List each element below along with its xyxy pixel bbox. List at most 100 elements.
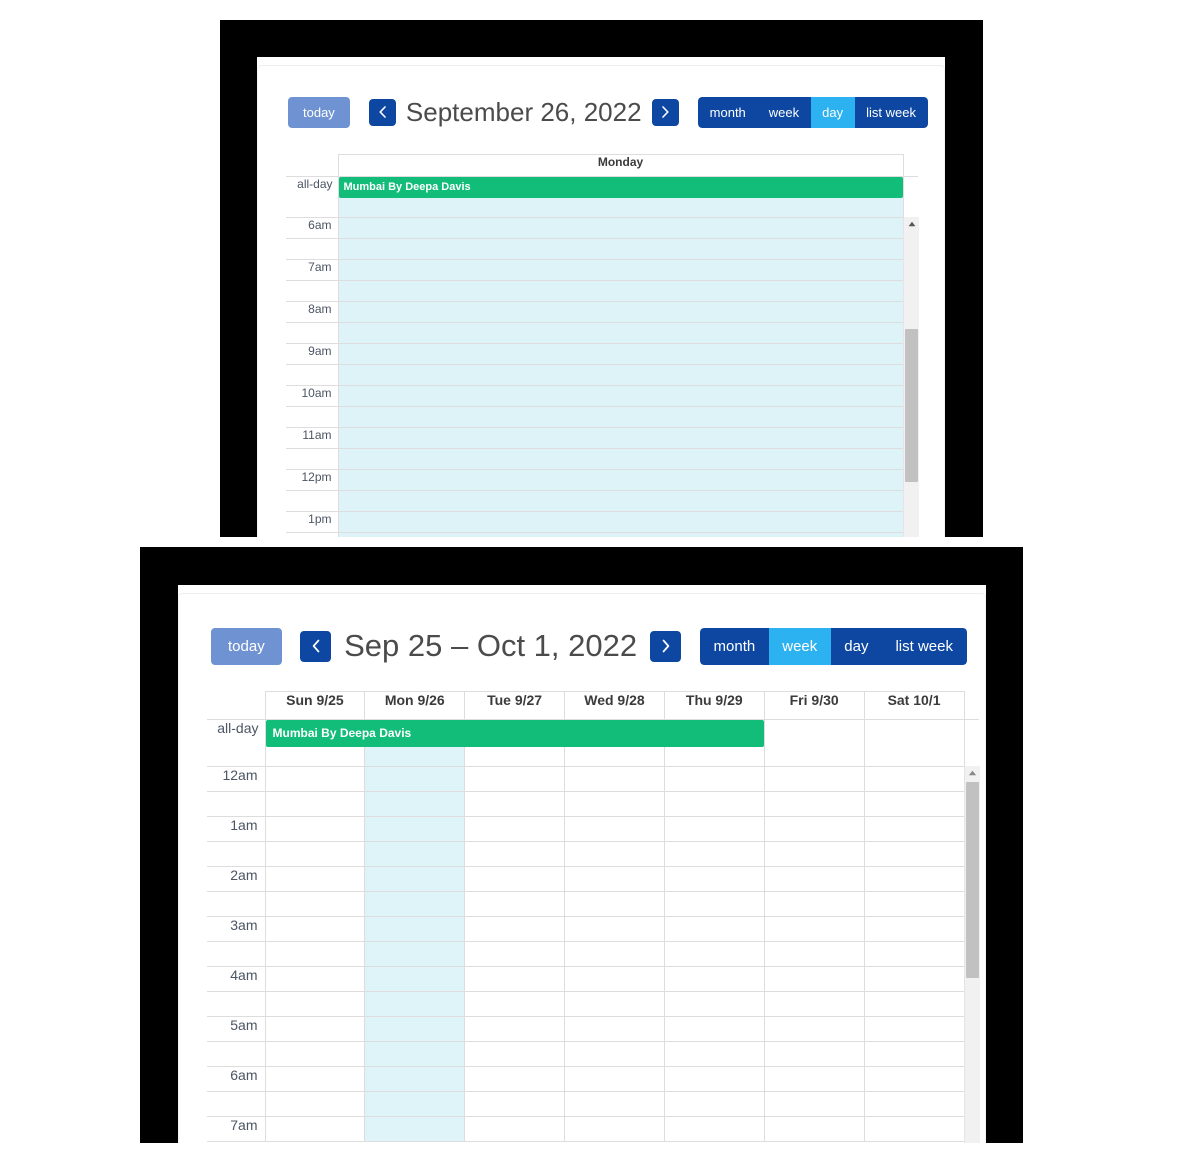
time-slot-cell[interactable] (863, 916, 965, 942)
time-slot-cell[interactable] (763, 841, 865, 867)
time-slot-cell[interactable] (337, 511, 904, 533)
time-slot-cell[interactable] (863, 841, 965, 867)
time-slot-cell[interactable] (763, 891, 865, 917)
time-slot-cell[interactable] (264, 891, 366, 917)
time-slot-cell[interactable] (464, 866, 566, 892)
time-slot-cell[interactable] (763, 1041, 865, 1067)
time-slot-cell[interactable] (564, 1091, 665, 1117)
time-slot-cell[interactable] (264, 966, 366, 992)
view-button-week[interactable]: week (769, 627, 832, 665)
time-slot-cell[interactable] (337, 238, 904, 260)
time-slot-cell-today[interactable] (364, 1066, 466, 1092)
time-slot-cell[interactable] (564, 766, 665, 792)
time-slot-cell[interactable] (564, 941, 665, 967)
time-slot-cell-today[interactable] (364, 1116, 466, 1142)
time-slot-cell[interactable] (264, 1016, 366, 1042)
time-slot-cell-today[interactable] (364, 866, 466, 892)
today-button[interactable]: today (288, 96, 350, 128)
time-slot-cell[interactable] (337, 364, 904, 386)
time-slot-cell[interactable] (564, 1016, 665, 1042)
time-slot-cell[interactable] (863, 866, 965, 892)
time-slot-cell[interactable] (863, 941, 965, 967)
time-slot-cell[interactable] (663, 866, 765, 892)
time-slot-cell-today[interactable] (364, 766, 466, 792)
all-day-event[interactable]: Mumbai By Deepa Davis (338, 177, 903, 198)
time-slot-cell[interactable] (564, 916, 665, 942)
time-slot-cell[interactable] (464, 1066, 566, 1092)
time-slot-cell[interactable] (337, 343, 904, 365)
day-header-wed[interactable]: Wed 9/28 (564, 691, 665, 720)
time-slot-cell[interactable] (863, 1091, 965, 1117)
week-view-scrollbar[interactable] (964, 766, 980, 1143)
time-slot-cell[interactable] (337, 322, 904, 344)
time-slot-cell[interactable] (663, 1016, 765, 1042)
time-slot-cell[interactable] (464, 1091, 566, 1117)
time-slot-cell[interactable] (763, 791, 865, 817)
view-button-month[interactable]: month (699, 627, 770, 665)
time-slot-cell[interactable] (464, 816, 566, 842)
time-slot-cell[interactable] (663, 966, 765, 992)
time-slot-cell[interactable] (564, 966, 665, 992)
time-slot-cell[interactable] (663, 991, 765, 1017)
time-slot-cell[interactable] (863, 991, 965, 1017)
time-slot-cell-today[interactable] (364, 916, 466, 942)
day-header-tue[interactable]: Tue 9/27 (464, 691, 566, 720)
time-slot-cell-today[interactable] (364, 891, 466, 917)
time-slot-cell-today[interactable] (364, 991, 466, 1017)
time-slot-cell[interactable] (264, 1091, 366, 1117)
time-slot-cell[interactable] (264, 841, 366, 867)
time-slot-cell[interactable] (863, 791, 965, 817)
time-slot-cell[interactable] (464, 1116, 566, 1142)
time-slot-cell[interactable] (564, 791, 665, 817)
prev-button[interactable] (300, 630, 332, 662)
prev-button[interactable] (368, 98, 396, 126)
time-slot-cell[interactable] (763, 1066, 865, 1092)
time-slot-cell[interactable] (464, 1041, 566, 1067)
time-slot-cell[interactable] (763, 866, 865, 892)
time-slot-cell[interactable] (337, 469, 904, 491)
time-slot-cell[interactable] (464, 991, 566, 1017)
time-slot-cell[interactable] (763, 991, 865, 1017)
time-slot-cell-today[interactable] (364, 1016, 466, 1042)
today-button[interactable]: today (211, 627, 282, 665)
time-slot-cell[interactable] (264, 766, 366, 792)
time-slot-cell[interactable] (663, 1116, 765, 1142)
all-day-cell-monday[interactable]: Mumbai By Deepa Davis (337, 176, 904, 220)
view-button-list-week[interactable]: list week (855, 96, 928, 128)
view-button-list-week[interactable]: list week (882, 627, 967, 665)
time-slot-cell[interactable] (564, 1116, 665, 1142)
time-slot-cell[interactable] (464, 916, 566, 942)
time-slot-cell[interactable] (564, 1066, 665, 1092)
view-button-week[interactable]: week (757, 96, 812, 128)
time-slot-cell[interactable] (863, 1066, 965, 1092)
time-slot-cell-today[interactable] (364, 941, 466, 967)
time-slot-cell[interactable] (763, 916, 865, 942)
time-slot-cell[interactable] (264, 941, 366, 967)
time-slot-cell[interactable] (337, 280, 904, 302)
time-slot-cell[interactable] (863, 891, 965, 917)
time-slot-cell[interactable] (663, 941, 765, 967)
day-header-thu[interactable]: Thu 9/29 (663, 691, 765, 720)
time-slot-cell[interactable] (464, 891, 566, 917)
time-slot-cell[interactable] (337, 427, 904, 449)
time-slot-cell[interactable] (663, 891, 765, 917)
next-button[interactable] (650, 630, 682, 662)
time-slot-cell[interactable] (863, 766, 965, 792)
time-slot-cell[interactable] (464, 966, 566, 992)
all-day-event[interactable]: Mumbai By Deepa Davis (265, 720, 764, 747)
time-slot-cell[interactable] (564, 866, 665, 892)
time-slot-cell[interactable] (564, 991, 665, 1017)
time-slot-cell[interactable] (337, 217, 904, 239)
time-slot-cell[interactable] (264, 991, 366, 1017)
time-slot-cell-today[interactable] (364, 841, 466, 867)
time-slot-cell[interactable] (264, 791, 366, 817)
time-slot-cell-today[interactable] (364, 1091, 466, 1117)
time-slot-cell-today[interactable] (364, 816, 466, 842)
time-slot-cell[interactable] (264, 816, 366, 842)
time-slot-cell-today[interactable] (364, 1041, 466, 1067)
time-slot-cell[interactable] (663, 816, 765, 842)
time-slot-cell[interactable] (564, 891, 665, 917)
time-slot-cell[interactable] (663, 841, 765, 867)
all-day-cell-sun[interactable]: Mumbai By Deepa Davis (264, 719, 764, 767)
scroll-up-arrow-icon[interactable] (904, 217, 919, 231)
